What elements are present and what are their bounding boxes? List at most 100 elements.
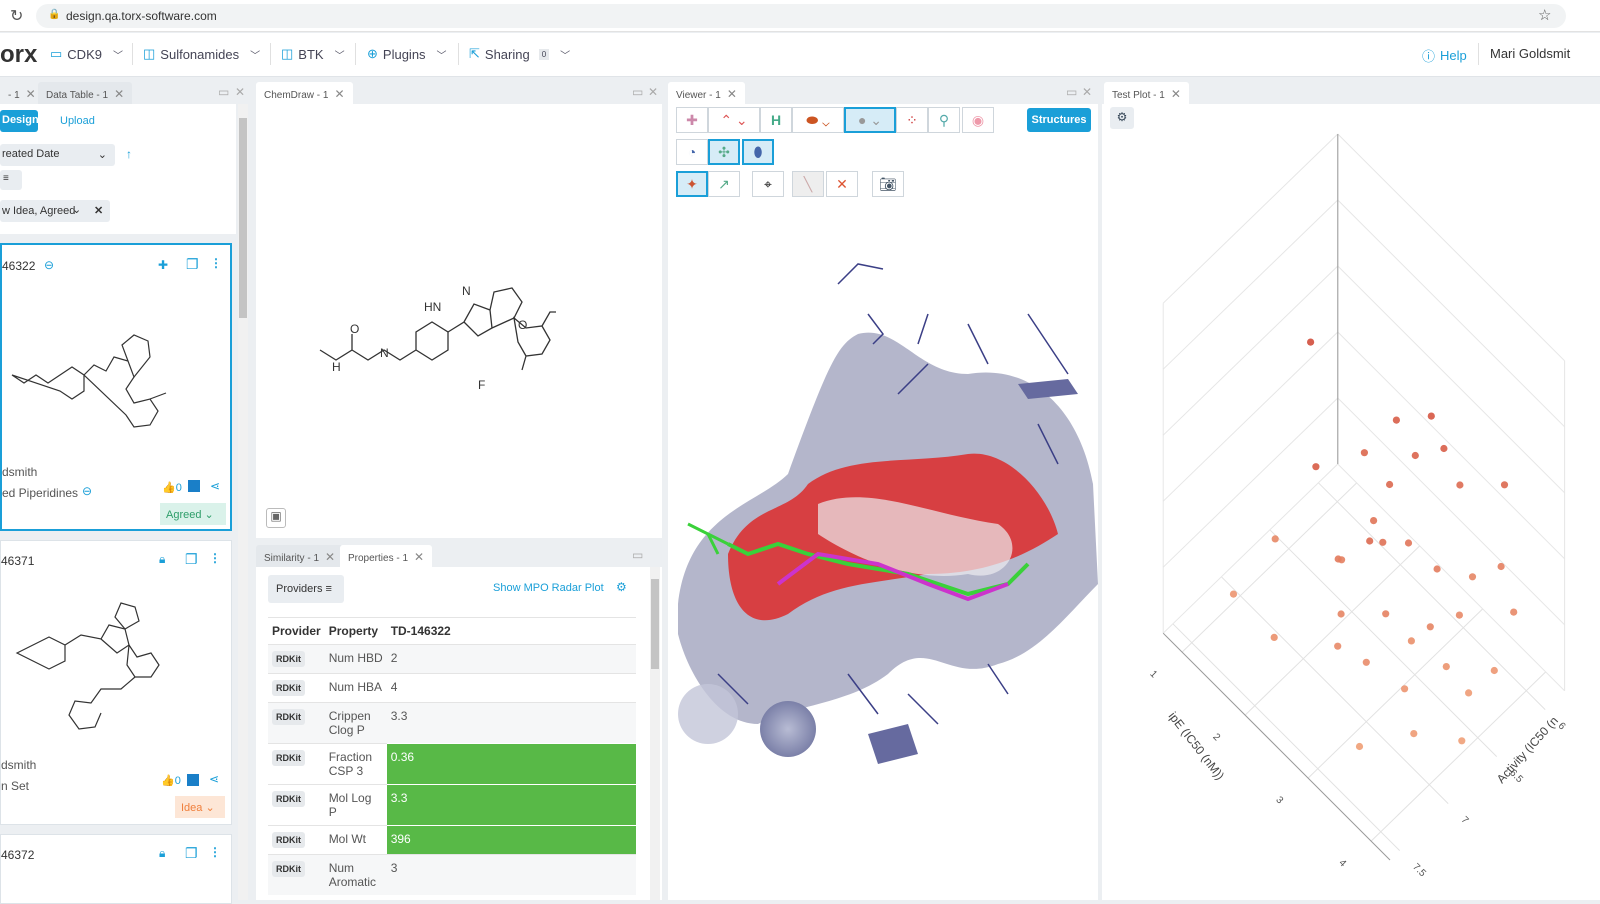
maximize-icon[interactable]: ▭ [632, 85, 643, 99]
bond-button[interactable]: ⚲ [928, 107, 960, 133]
status-dropdown[interactable]: Idea ⌄ [175, 796, 225, 818]
design-button[interactable]: Design [0, 110, 39, 132]
divider [1478, 43, 1479, 65]
ribbon-style-button[interactable]: ⌃ ⌄ [708, 107, 760, 133]
nav-set-sulfonamides[interactable]: ◫ Sulfonamides ﹀ [143, 46, 260, 62]
address-bar[interactable]: 🔒 design.qa.torx-software.com [36, 4, 1566, 28]
tab-properties[interactable]: Properties - 1 ✕ [340, 545, 433, 567]
grid-line [1244, 545, 1421, 716]
comment-icon[interactable] [188, 480, 200, 492]
reset-view-button[interactable]: ◔ [676, 139, 708, 165]
ligand-button[interactable]: ✦ [676, 171, 708, 197]
maximize-icon[interactable]: ▭ [1066, 85, 1077, 99]
link-icon[interactable]: ⊖ [82, 484, 92, 498]
close-icon[interactable]: ✕ [26, 87, 36, 101]
compound-card[interactable]: 46322 ⊖ ✚ ❐ ⋮ dsmith ed Piperidines ⊖ 👍0… [0, 243, 232, 531]
x-tick-label: 2 [1210, 732, 1222, 744]
like-count: 0 [175, 482, 182, 494]
color-wheel-button[interactable]: ◉ [962, 107, 994, 133]
copy-icon[interactable]: ❐ [185, 845, 198, 862]
close-icon[interactable]: ✕ [414, 550, 424, 564]
tab-viewer[interactable]: Viewer - 1 ✕ [668, 82, 745, 104]
close-icon[interactable]: ✕ [334, 87, 344, 101]
copy-icon[interactable]: ❐ [186, 256, 199, 273]
status-filter[interactable]: w Idea, Agreed ⌄ ✕ [0, 200, 110, 222]
close-icon[interactable]: ✕ [648, 85, 658, 99]
lock-icon[interactable]: 🔒︎ [159, 552, 165, 567]
data-point [1229, 590, 1238, 598]
compound-card[interactable]: 46371 🔒︎ ❐ ⋮ dsmith n Set 👍0 ⋖ Idea ⌄ [0, 540, 232, 825]
compound-card[interactable]: 46372 🔒︎ ❐ ⋮ [0, 834, 232, 904]
nav-sharing[interactable]: ⇱ Sharing 0 ﹀ [469, 46, 570, 62]
divider [355, 43, 356, 65]
center-tool-button[interactable]: ✚ [676, 107, 708, 133]
more-icon[interactable]: ⋮ [210, 256, 222, 270]
star-icon[interactable]: ☆ [1538, 6, 1551, 24]
surface-style-button[interactable]: ● ⌄ [844, 107, 896, 133]
left-scrollbar[interactable] [238, 104, 248, 900]
nav-plugins[interactable]: ⊕ Plugins ﹀ [367, 46, 447, 62]
gear-icon[interactable]: ⚙ [616, 580, 627, 594]
providers-button[interactable]: Providers ≡ [268, 575, 344, 603]
tab-data-table[interactable]: Data Table - 1 ✕ [38, 82, 133, 104]
pocket-button[interactable]: ↗ [708, 171, 740, 197]
compound-id: 46371 [1, 554, 35, 568]
properties-scrollbar[interactable] [650, 567, 660, 900]
more-icon[interactable]: ⋮ [209, 551, 221, 565]
overlay-button[interactable]: ⬮ [742, 139, 774, 165]
hydrogens-button[interactable]: H [760, 107, 792, 133]
measure-button[interactable]: ╲ [792, 171, 824, 197]
mpo-radar-link[interactable]: Show MPO Radar Plot [493, 582, 604, 594]
close-icon[interactable]: ✕ [325, 550, 335, 564]
screenshot-button[interactable]: 📷︎ [872, 171, 904, 197]
puzzle-icon[interactable]: ✚ [158, 258, 168, 272]
maximize-icon[interactable]: ▭ [218, 85, 229, 99]
close-icon[interactable]: ✕ [1082, 85, 1092, 99]
tab-similarity[interactable]: Similarity - 1 ✕ [256, 545, 344, 567]
share-icon[interactable]: ⋖ [210, 479, 220, 493]
close-icon[interactable]: ✕ [235, 85, 245, 99]
data-point [1455, 611, 1463, 619]
author: dsmith [2, 465, 38, 479]
protein-3d-view[interactable] [668, 254, 1098, 814]
tab-chemdraw[interactable]: ChemDraw - 1 ✕ [256, 82, 353, 104]
link-icon[interactable]: ⊖ [44, 258, 54, 272]
interactions-button[interactable]: ✣ [708, 139, 740, 165]
close-icon[interactable]: ✕ [114, 87, 124, 101]
sort-direction-icon[interactable]: ↑ [126, 147, 132, 161]
clipboard-button[interactable]: ▣ [266, 508, 286, 528]
clear-icon[interactable]: ✕ [94, 204, 103, 217]
like-button[interactable]: 👍0 [161, 774, 181, 787]
user-menu[interactable]: Mari Goldsmit [1490, 46, 1570, 61]
like-button[interactable]: 👍0 [162, 481, 182, 494]
structures-button[interactable]: Structures [1027, 108, 1091, 132]
chemdraw-canvas[interactable]: O H N HN N O F ▣ [256, 104, 662, 538]
share-icon[interactable]: ⋖ [209, 772, 219, 786]
copy-icon[interactable]: ❐ [185, 551, 198, 568]
filter-button[interactable]: ≡ [0, 170, 22, 190]
sort-select[interactable]: reated Date ⌄ [0, 144, 115, 166]
maximize-icon[interactable]: ▭ [632, 548, 643, 562]
close-icon[interactable]: ✕ [1171, 87, 1181, 101]
upload-button[interactable]: Upload [60, 115, 95, 127]
tab-test-plot[interactable]: Test Plot - 1 ✕ [1104, 82, 1189, 104]
nav-label: Sulfonamides [160, 46, 240, 62]
status-dropdown[interactable]: Agreed ⌄ [160, 503, 226, 525]
tab-label: Viewer - 1 [676, 90, 721, 101]
atom-label: N [380, 346, 389, 360]
close-icon[interactable]: ✕ [727, 87, 737, 101]
nav-project-cdk9[interactable]: ▭ CDK9 ﹀ [50, 46, 123, 62]
clear-measure-button[interactable]: ✕ [826, 171, 858, 197]
scatter-3d-plot[interactable]: 123466.577.5ipE (IC50 (nM)) Activity (IC5… [1102, 104, 1600, 900]
focus-button[interactable]: ⌖ [752, 171, 784, 197]
provider-cell: RDKit [268, 854, 325, 895]
nav-set-btk[interactable]: ◫ BTK ﹀ [281, 46, 345, 62]
reload-icon[interactable]: ↻ [10, 6, 23, 26]
comment-icon[interactable] [187, 774, 199, 786]
provider-badge: RDKit [272, 709, 305, 725]
more-icon[interactable]: ⋮ [209, 845, 221, 859]
help-link[interactable]: ⓘ Help [1422, 46, 1467, 65]
stick-style-button[interactable]: ⬬ ⌄ [792, 107, 844, 133]
lock-icon[interactable]: 🔒︎ [159, 846, 165, 861]
color-scheme-button[interactable]: ⁘ [896, 107, 928, 133]
